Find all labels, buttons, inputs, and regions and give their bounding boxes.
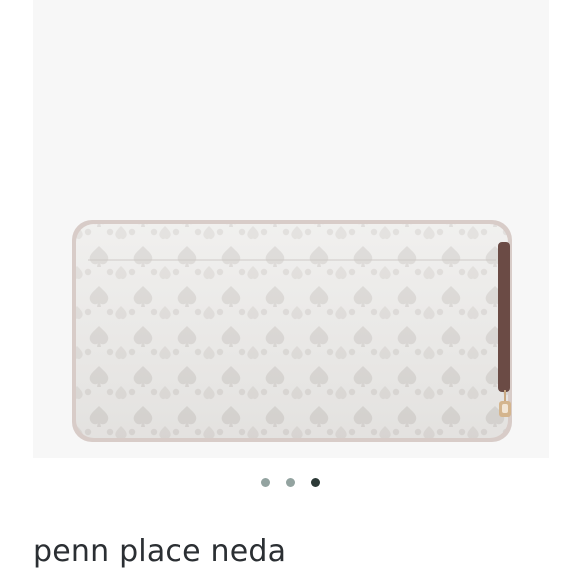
carousel-dot-3-active[interactable] bbox=[310, 478, 320, 487]
product-image-area[interactable] bbox=[0, 0, 580, 458]
wallet-image bbox=[72, 220, 512, 442]
carousel-dot-2[interactable] bbox=[285, 478, 295, 487]
product-photo[interactable] bbox=[33, 0, 549, 458]
product-title: penn place neda bbox=[33, 534, 287, 569]
carousel-dots bbox=[0, 478, 580, 488]
carousel-dot-1[interactable] bbox=[260, 478, 270, 487]
